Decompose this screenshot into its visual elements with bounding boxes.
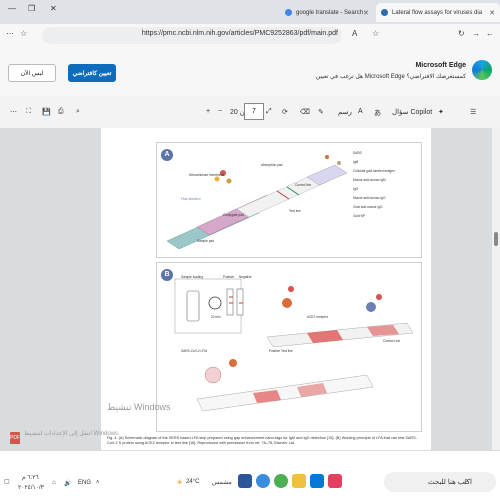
legend-item: Mouse anti-human IgM bbox=[353, 178, 386, 182]
label-positive: Positive bbox=[223, 275, 235, 279]
forward-icon[interactable]: → bbox=[472, 29, 480, 38]
draw-label[interactable]: رسم bbox=[338, 108, 352, 116]
clock-time[interactable]: ٦:٢٦ م bbox=[22, 474, 39, 481]
set-default-button[interactable]: تعيين كافتراضي bbox=[68, 64, 116, 82]
edge-icon[interactable] bbox=[256, 474, 270, 488]
refresh-icon[interactable]: ↻ bbox=[458, 29, 465, 38]
settings-menu-icon[interactable]: ⋯ bbox=[6, 29, 14, 38]
language-indicator[interactable]: ENG bbox=[78, 480, 91, 486]
legend-a: SARS IgM Colloidal gold-labeled antigen … bbox=[353, 151, 419, 218]
clock-date[interactable]: ٢٠٢٤/١٠/٣ bbox=[18, 484, 44, 491]
search-pdf-icon[interactable]: ⌕ bbox=[76, 108, 80, 116]
activation-watermark-text: انتقل إلى الإعدادات لتنشيط Windows. bbox=[24, 431, 120, 437]
file-explorer-icon[interactable] bbox=[292, 474, 306, 488]
banner-title: Microsoft Edge bbox=[415, 62, 466, 69]
pdf-menu-icon[interactable]: ⋯ bbox=[10, 108, 17, 116]
zoom-out-icon[interactable]: − bbox=[218, 108, 222, 115]
legend-item: Gold NP bbox=[353, 214, 366, 218]
page-number-input[interactable]: 7 bbox=[244, 103, 264, 120]
zoom-in-icon[interactable]: + bbox=[206, 108, 210, 115]
highlight-icon[interactable]: ✎ bbox=[318, 108, 324, 116]
back-icon[interactable]: ← bbox=[486, 29, 494, 38]
fit-page-icon[interactable]: ⤢ bbox=[266, 108, 272, 116]
network-icon[interactable]: ⌂ bbox=[52, 480, 56, 486]
tab-google-translate[interactable]: google translate - Search ✕ bbox=[280, 3, 372, 22]
label-sample-pad: Sample pad bbox=[197, 239, 215, 243]
print-icon[interactable]: ⎙ bbox=[58, 108, 64, 116]
read-aloud-icon[interactable]: A bbox=[352, 29, 357, 38]
label-sars-lfia: SARS-CoV-2 LFIA bbox=[181, 349, 208, 353]
figure-panel-a: A Nitrocellulose membrane Absorption pad… bbox=[156, 142, 422, 258]
rotate-icon[interactable]: ⟳ bbox=[282, 108, 288, 116]
banner-text: هل ترغب في تعيين Microsoft Edge كمستعرضك… bbox=[315, 74, 466, 80]
pmc-icon bbox=[381, 9, 388, 16]
scrollbar[interactable] bbox=[492, 128, 500, 450]
label-conjugate-pad: Conjugate pad bbox=[223, 213, 244, 217]
copilot-label[interactable]: سؤال Copilot bbox=[392, 108, 432, 116]
url-text: https://pmc.ncbi.nlm.nih.gov/articles/PM… bbox=[141, 30, 338, 37]
label-test-line: Test line bbox=[289, 209, 301, 213]
copilot-icon[interactable]: ✦ bbox=[438, 108, 444, 116]
search-icon: ⌕ bbox=[464, 476, 469, 485]
figure-panel-b: B Sample loading Positive Negative 20 mi… bbox=[156, 262, 422, 432]
legend-item: IgM bbox=[353, 160, 359, 164]
weather-icon: ☀ bbox=[176, 478, 184, 487]
legend-item: SARS bbox=[353, 151, 362, 155]
label-negative: Negative bbox=[239, 275, 252, 279]
legend-item: Mouse anti-human IgG bbox=[353, 196, 386, 200]
close-tab-icon[interactable]: ✕ bbox=[363, 9, 369, 17]
label-absorption-pad: Absorption pad bbox=[261, 163, 283, 167]
close-window-button[interactable]: ✕ bbox=[50, 4, 57, 13]
star-icon[interactable]: ☆ bbox=[372, 29, 379, 38]
fullscreen-icon[interactable]: ⛶ bbox=[26, 108, 31, 116]
app-icon[interactable] bbox=[328, 474, 342, 488]
scroll-thumb[interactable] bbox=[494, 232, 498, 246]
restore-button[interactable]: ❐ bbox=[28, 4, 35, 13]
tab-title: google translate - Search bbox=[296, 9, 364, 16]
label-sample-loading: Sample loading bbox=[181, 275, 203, 279]
close-tab-icon[interactable]: ✕ bbox=[489, 9, 495, 17]
favorites-icon[interactable]: ☆ bbox=[20, 29, 27, 38]
show-hidden-icons[interactable]: ˄ bbox=[96, 480, 100, 486]
read-aloud-pdf-icon[interactable]: A bbox=[358, 108, 363, 115]
edge-logo-icon bbox=[472, 60, 492, 80]
label-nitrocellulose: Nitrocellulose membrane bbox=[189, 173, 225, 177]
address-bar[interactable]: https://pmc.ncbi.nlm.nih.gov/articles/PM… bbox=[42, 27, 342, 44]
figure-caption: Fig. 4. (A) Schematic diagram of the SER… bbox=[107, 436, 417, 445]
word-icon[interactable] bbox=[238, 474, 252, 488]
activation-watermark-title: تنشيط Windows bbox=[107, 402, 171, 412]
ace2-lfa-diagram bbox=[174, 278, 414, 412]
legend-item: Goat anti-mouse IgG bbox=[353, 205, 383, 209]
contents-icon[interactable]: ☰ bbox=[470, 108, 476, 116]
notifications-icon[interactable]: ▢ bbox=[4, 478, 10, 485]
minimize-button[interactable]: — bbox=[8, 4, 16, 13]
label-20-min: 20 min bbox=[211, 315, 221, 319]
pdf-file-icon: PDF bbox=[10, 432, 20, 444]
label-control-line: Control Line bbox=[383, 339, 401, 343]
erase-icon[interactable]: ⌫ bbox=[300, 108, 310, 116]
tab-lateral-flow[interactable]: Lateral flow assays for viruses dia ✕ bbox=[376, 3, 500, 22]
label-ace2: ACE2 receptor bbox=[307, 315, 328, 319]
label-positive-test-line: Positive Test line bbox=[269, 349, 293, 353]
label-flow-direction: Flow direction bbox=[181, 197, 201, 201]
label-control-line: Control line bbox=[295, 183, 312, 187]
chrome-icon[interactable] bbox=[274, 474, 288, 488]
store-icon[interactable] bbox=[310, 474, 324, 488]
google-icon bbox=[285, 9, 292, 16]
legend-item: Colloidal gold-labeled antigen bbox=[353, 169, 395, 173]
save-icon[interactable]: 💾 bbox=[42, 108, 51, 116]
not-now-button[interactable]: ليس الآن bbox=[8, 64, 56, 82]
weather-temp: 24°C bbox=[186, 479, 200, 485]
weather-text: مشمس bbox=[212, 480, 232, 486]
legend-item: IgG bbox=[353, 187, 359, 191]
volume-icon[interactable]: 🔊 bbox=[64, 480, 71, 487]
translate-icon[interactable]: あ bbox=[374, 108, 381, 118]
tab-title: Lateral flow assays for viruses dia bbox=[392, 9, 483, 16]
